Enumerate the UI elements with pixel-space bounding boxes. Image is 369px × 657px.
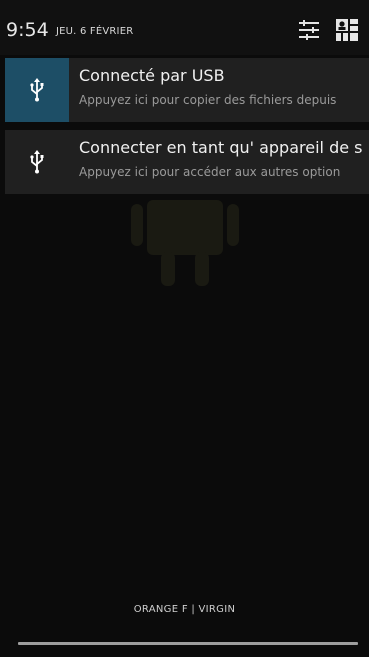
notification-text: Appuyez ici pour copier des fichiers dep… bbox=[79, 93, 337, 107]
notification-usb-mode[interactable]: Connecter en tant qu' appareil de s Appu… bbox=[5, 130, 369, 194]
usb-icon bbox=[30, 150, 44, 174]
notification-header: 9:54 JEU. 6 FÉVRIER bbox=[0, 0, 369, 55]
carrier-label: ORANGE F | VIRGIN bbox=[133, 604, 236, 615]
clock: 9:54 bbox=[6, 19, 49, 41]
android-robot-icon bbox=[131, 200, 239, 286]
notification-title: Connecter en tant qu' appareil de s bbox=[79, 138, 363, 157]
notification-title: Connecté par USB bbox=[79, 66, 225, 85]
notification-text: Appuyez ici pour accéder aux autres opti… bbox=[79, 165, 341, 179]
shade-drag-handle[interactable] bbox=[18, 642, 358, 645]
date: JEU. 6 FÉVRIER bbox=[56, 26, 134, 37]
notification-icon-area bbox=[5, 130, 69, 194]
settings-sliders-icon bbox=[299, 20, 319, 40]
quick-settings-button[interactable] bbox=[334, 18, 360, 42]
usb-icon bbox=[30, 78, 44, 102]
quick-settings-icon bbox=[336, 19, 358, 41]
settings-button[interactable] bbox=[296, 18, 322, 42]
notification-usb-connected[interactable]: Connecté par USB Appuyez ici pour copier… bbox=[5, 58, 369, 122]
notification-icon-area bbox=[5, 58, 69, 122]
